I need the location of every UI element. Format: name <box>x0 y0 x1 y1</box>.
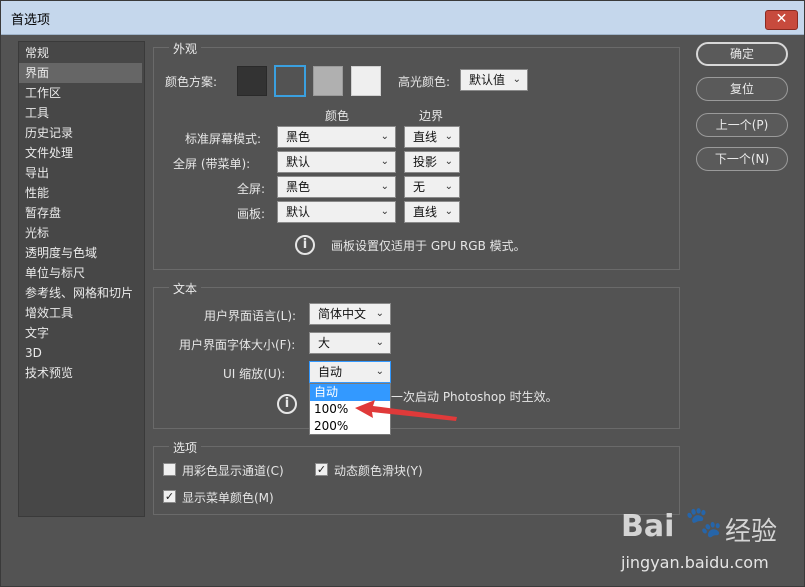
full-screen-menus-color-value: 默认 <box>286 155 311 169</box>
highlight-color-select[interactable]: 默认值 ⌄ <box>460 69 528 91</box>
sidebar-item-plugins[interactable]: 增效工具 <box>19 303 142 323</box>
color-channels-checkbox[interactable] <box>163 463 176 476</box>
standard-screen-label: 标准屏幕模式: <box>185 132 262 146</box>
watermark-brand-2: 经验 <box>725 517 778 547</box>
sidebar-item-interface[interactable]: 界面 <box>19 63 142 83</box>
full-screen-color-select[interactable]: 黑色 ⌄ <box>277 176 396 198</box>
artboards-color-select[interactable]: 默认 ⌄ <box>277 201 396 223</box>
artboards-label: 画板: <box>237 207 266 221</box>
annotation-arrow <box>355 400 457 421</box>
chevron-down-icon: ⌄ <box>375 366 384 377</box>
full-screen-menus-color-select[interactable]: 默认 ⌄ <box>277 151 396 173</box>
dynamic-sliders-checkbox[interactable]: ✓ <box>315 463 328 476</box>
sidebar-item-performance[interactable]: 性能 <box>19 183 142 203</box>
menu-colors-checkbox[interactable]: ✓ <box>163 490 176 503</box>
sidebar-item-workspace[interactable]: 工作区 <box>19 83 142 103</box>
ui-language-select[interactable]: 简体中文 ⌄ <box>309 303 391 325</box>
ui-scaling-select[interactable]: 自动 ⌄ <box>309 361 391 383</box>
color-column-header: 颜色 <box>325 109 350 123</box>
sidebar-item-units[interactable]: 单位与标尺 <box>19 263 142 283</box>
chevron-down-icon: ⌄ <box>444 181 453 192</box>
ui-language-value: 简体中文 <box>318 307 367 321</box>
artboards-border-value: 直线 <box>413 205 438 219</box>
chevron-down-icon: ⌄ <box>444 206 453 217</box>
color-channels-label: 用彩色显示通道(C) <box>182 464 284 478</box>
baidu-watermark: Bai 🐾 经验 jingyan.baidu.com <box>613 501 803 581</box>
watermark-brand: Bai <box>621 509 675 544</box>
standard-screen-border-value: 直线 <box>413 130 438 144</box>
color-scheme-swatch-dark[interactable] <box>274 65 306 97</box>
border-column-header: 边界 <box>419 109 444 123</box>
highlight-color-label: 高光颜色: <box>398 75 451 89</box>
artboards-color-value: 默认 <box>286 205 311 219</box>
next-button[interactable]: 下一个(N) <box>696 147 788 171</box>
color-scheme-swatch-light[interactable] <box>313 66 343 96</box>
full-screen-menus-label: 全屏 (带菜单): <box>173 157 251 171</box>
highlight-color-value: 默认值 <box>469 73 506 87</box>
text-title: 文本 <box>169 280 202 297</box>
sidebar-item-scratch-disks[interactable]: 暂存盘 <box>19 203 142 223</box>
color-scheme-label: 颜色方案: <box>165 75 218 89</box>
ui-scaling-label: UI 缩放(U): <box>223 367 286 381</box>
full-screen-menus-border-select[interactable]: 投影 ⌄ <box>404 151 460 173</box>
artboard-note: 画板设置仅适用于 GPU RGB 模式。 <box>331 239 526 253</box>
sidebar-item-tech-preview[interactable]: 技术预览 <box>19 363 142 383</box>
full-screen-label: 全屏: <box>237 182 266 196</box>
chevron-down-icon: ⌄ <box>375 308 384 319</box>
sidebar-item-export[interactable]: 导出 <box>19 163 142 183</box>
ui-font-size-label: 用户界面字体大小(F): <box>179 338 296 352</box>
chevron-down-icon: ⌄ <box>380 181 389 192</box>
chevron-down-icon: ⌄ <box>444 156 453 167</box>
sidebar-item-history[interactable]: 历史记录 <box>19 123 142 143</box>
chevron-down-icon: ⌄ <box>380 131 389 142</box>
ui-language-label: 用户界面语言(L): <box>204 309 297 323</box>
category-list: 常规 界面 工作区 工具 历史记录 文件处理 导出 性能 暂存盘 光标 透明度与… <box>18 41 145 517</box>
sidebar-item-general[interactable]: 常规 <box>19 43 142 63</box>
sidebar-item-transparency[interactable]: 透明度与色域 <box>19 243 142 263</box>
info-icon: i <box>277 394 297 414</box>
chevron-down-icon: ⌄ <box>444 131 453 142</box>
ui-font-size-value: 大 <box>318 336 331 350</box>
sidebar-item-guides[interactable]: 参考线、网格和切片 <box>19 283 142 303</box>
full-screen-border-value: 无 <box>413 180 426 194</box>
title-bar: 首选项 ✕ <box>1 1 804 35</box>
sidebar-item-file-handling[interactable]: 文件处理 <box>19 143 142 163</box>
color-scheme-swatch-darkest[interactable] <box>237 66 267 96</box>
full-screen-border-select[interactable]: 无 ⌄ <box>404 176 460 198</box>
full-screen-color-value: 黑色 <box>286 180 311 194</box>
annotation-arrow-shape <box>355 400 457 421</box>
standard-screen-color-select[interactable]: 黑色 ⌄ <box>277 126 396 148</box>
chevron-down-icon: ⌄ <box>375 337 384 348</box>
info-icon: i <box>295 235 315 255</box>
sidebar-item-cursors[interactable]: 光标 <box>19 223 142 243</box>
watermark-url: jingyan.baidu.com <box>621 553 769 572</box>
ok-button[interactable]: 确定 <box>696 42 788 66</box>
standard-screen-color-value: 黑色 <box>286 130 311 144</box>
sidebar-item-tools[interactable]: 工具 <box>19 103 142 123</box>
full-screen-menus-border-value: 投影 <box>413 155 438 169</box>
artboards-border-select[interactable]: 直线 ⌄ <box>404 201 460 223</box>
appearance-title: 外观 <box>169 40 202 57</box>
color-scheme-swatch-lightest[interactable] <box>351 66 381 96</box>
close-button[interactable]: ✕ <box>765 10 798 30</box>
menu-colors-label: 显示菜单颜色(M) <box>182 491 274 505</box>
chevron-down-icon: ⌄ <box>512 74 521 85</box>
sidebar-item-type[interactable]: 文字 <box>19 323 142 343</box>
previous-button[interactable]: 上一个(P) <box>696 113 788 137</box>
reset-button[interactable]: 复位 <box>696 77 788 101</box>
dynamic-sliders-label: 动态颜色滑块(Y) <box>334 464 423 478</box>
chevron-down-icon: ⌄ <box>380 206 389 217</box>
paw-icon: 🐾 <box>685 505 723 540</box>
ui-font-size-select[interactable]: 大 ⌄ <box>309 332 391 354</box>
window-title: 首选项 <box>11 13 51 28</box>
options-title: 选项 <box>169 439 202 456</box>
standard-screen-border-select[interactable]: 直线 ⌄ <box>404 126 460 148</box>
sidebar-item-3d[interactable]: 3D <box>19 343 142 363</box>
ui-scaling-value: 自动 <box>318 365 343 379</box>
preferences-dialog: 首选项 ✕ 常规 界面 工作区 工具 历史记录 文件处理 导出 性能 暂存盘 光… <box>0 0 805 587</box>
chevron-down-icon: ⌄ <box>380 156 389 167</box>
